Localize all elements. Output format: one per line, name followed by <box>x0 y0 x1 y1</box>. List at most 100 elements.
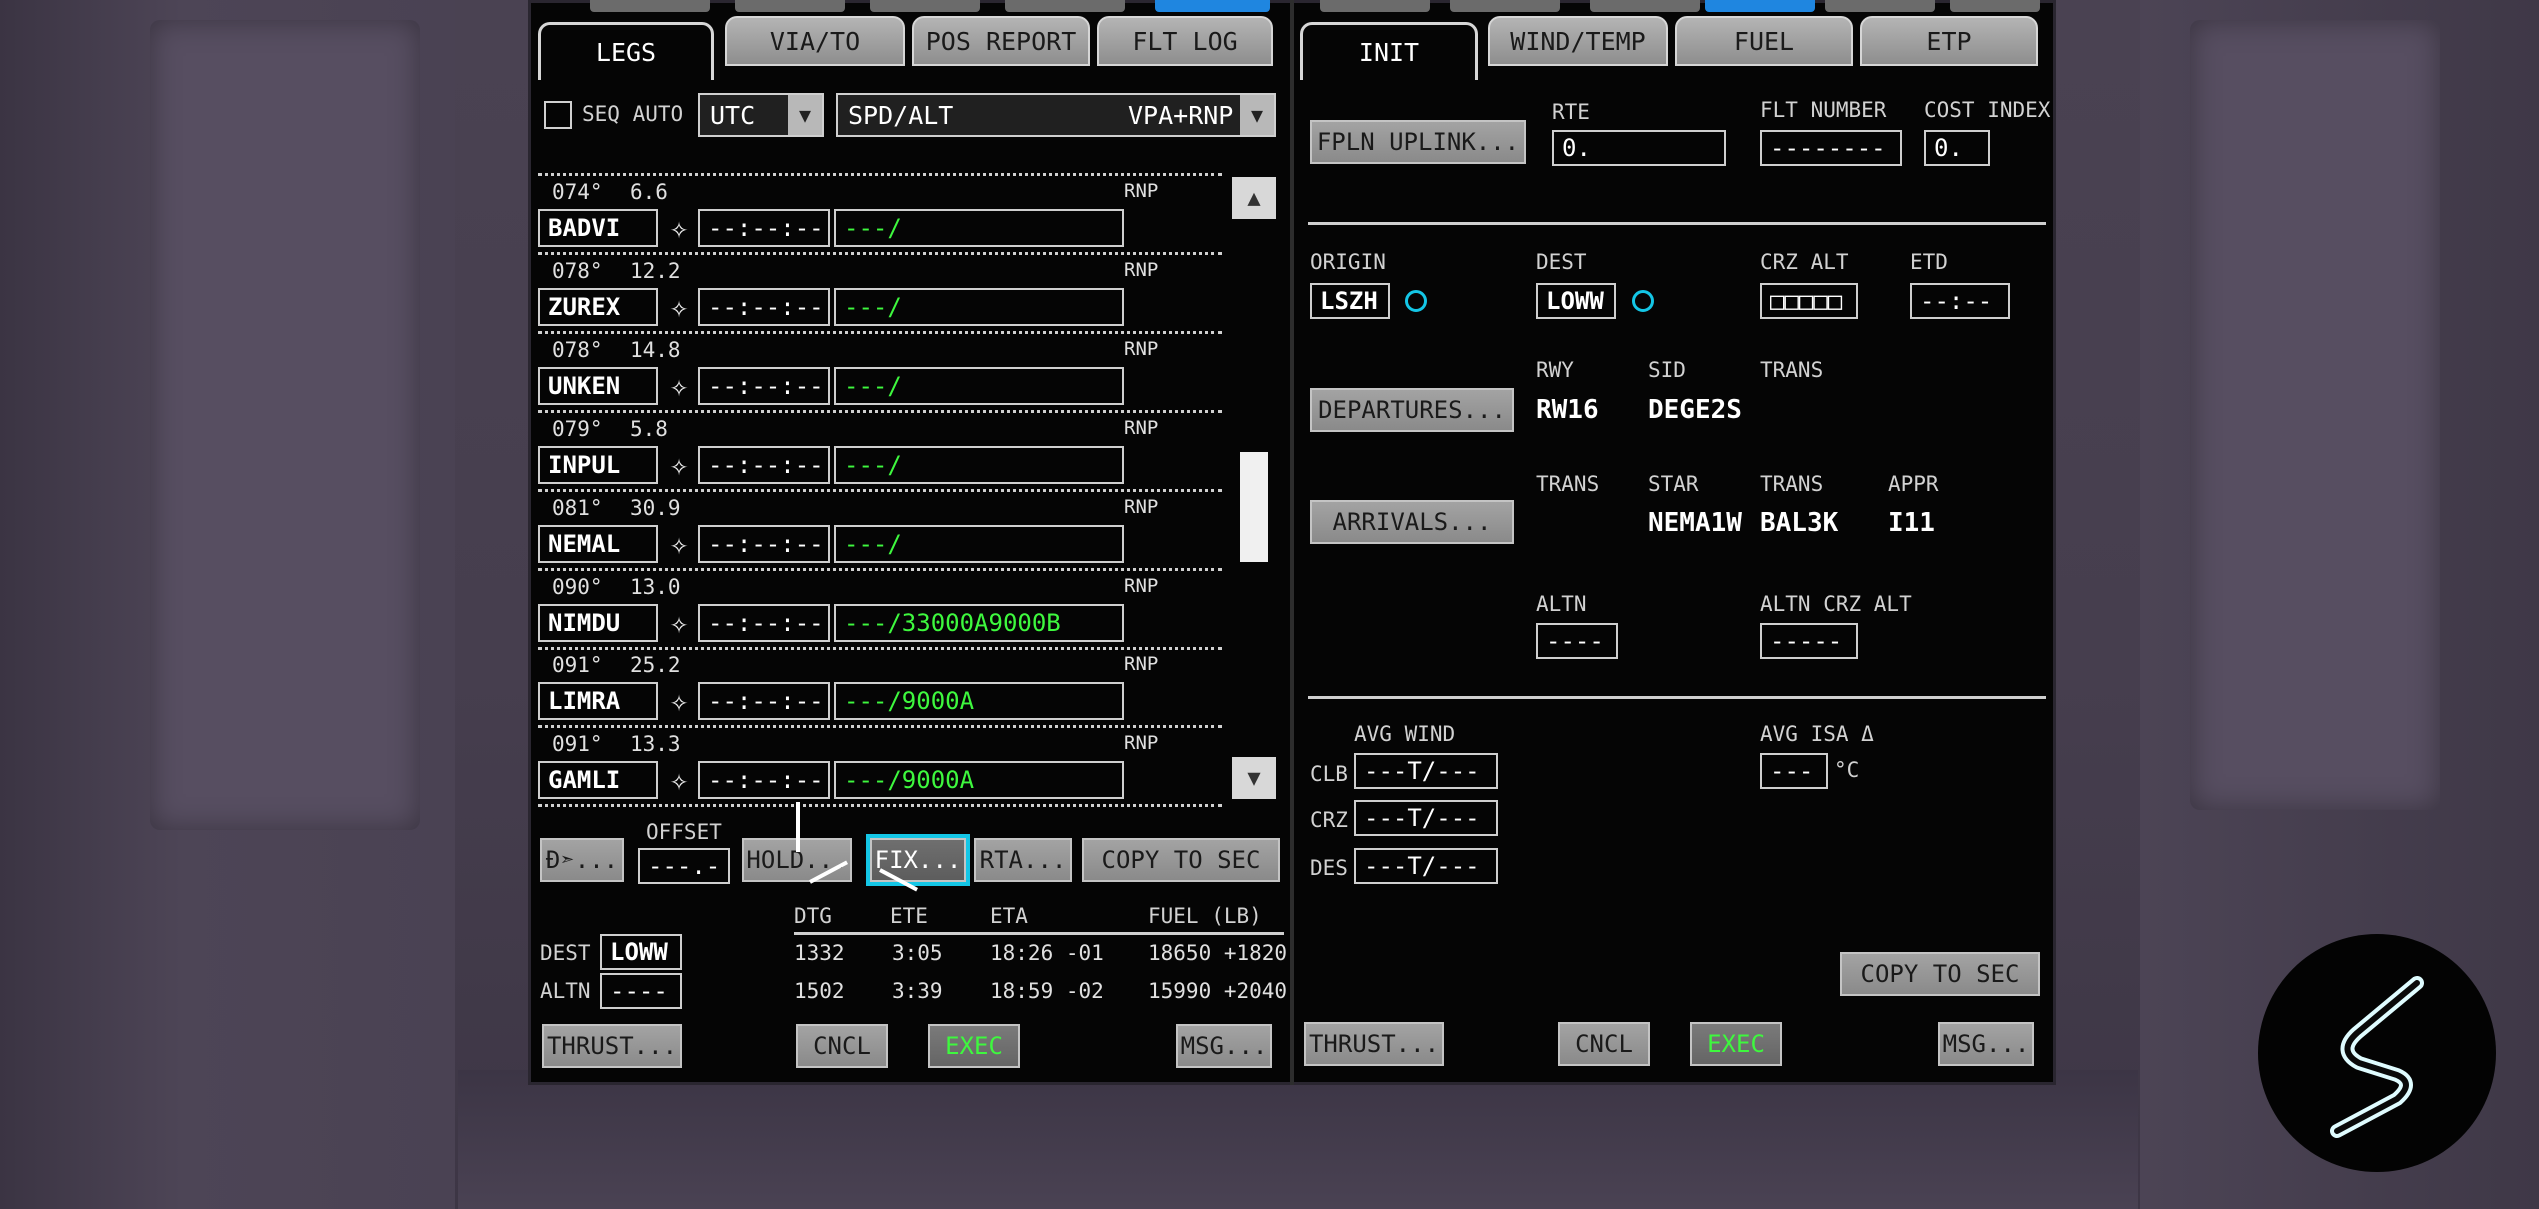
leg-fix-field[interactable]: ZUREX <box>538 288 658 326</box>
scroll-down-icon[interactable]: ▼ <box>1232 757 1276 799</box>
leg-separator <box>538 410 1222 413</box>
leg-fix-field[interactable]: BADVI <box>538 209 658 247</box>
leg-time-field[interactable]: --:--:-- <box>698 288 830 326</box>
top-key[interactable] <box>735 0 845 12</box>
direct-to-button[interactable]: Ð➣... <box>540 838 624 882</box>
exec-button[interactable]: EXEC <box>928 1024 1020 1068</box>
leg-time-field[interactable]: --:--:-- <box>698 446 830 484</box>
section-rule <box>1308 222 2046 225</box>
origin-field[interactable]: LSZH <box>1310 283 1390 319</box>
progress-header-rule <box>794 932 1284 935</box>
tab-pos-report[interactable]: POS REPORT <box>912 16 1090 66</box>
rte-label: RTE <box>1552 100 1590 124</box>
leg-constraint-field[interactable]: ---/ <box>834 446 1124 484</box>
leg-time-field[interactable]: --:--:-- <box>698 682 830 720</box>
leg-course: 079° <box>552 417 603 441</box>
tab-legs[interactable]: LEGS <box>538 22 714 80</box>
dest-info-icon[interactable] <box>1632 290 1654 312</box>
leg-course: 091° <box>552 732 603 756</box>
thrust-button[interactable]: THRUST... <box>542 1024 682 1068</box>
rte-field[interactable]: 0. <box>1552 130 1726 166</box>
tab-via-to[interactable]: VIA/TO <box>725 16 905 66</box>
rwy-value[interactable]: RW16 <box>1536 395 1599 425</box>
leg-separator <box>538 647 1222 650</box>
leg-fix-field[interactable]: LIMRA <box>538 682 658 720</box>
tab-init[interactable]: INIT <box>1300 22 1478 80</box>
top-key[interactable] <box>870 0 980 12</box>
cost-index-field[interactable]: 0. <box>1924 130 1990 166</box>
top-key-active[interactable] <box>1705 0 1815 12</box>
dest-field[interactable]: LOWW <box>600 934 682 970</box>
tab-etp[interactable]: ETP <box>1860 16 2038 66</box>
tab-flt-log[interactable]: FLT LOG <box>1097 16 1273 66</box>
top-key[interactable] <box>1950 0 2040 12</box>
msg-button[interactable]: MSG... <box>1938 1022 2034 1066</box>
rta-button[interactable]: RTA... <box>974 838 1072 882</box>
sid-value[interactable]: DEGE2S <box>1648 395 1742 425</box>
copy-to-sec-button[interactable]: COPY TO SEC <box>1082 838 1280 882</box>
leg-fix-field[interactable]: UNKEN <box>538 367 658 405</box>
origin-info-icon[interactable] <box>1405 290 1427 312</box>
top-key-active[interactable] <box>1155 0 1270 12</box>
thrust-button[interactable]: THRUST... <box>1304 1022 1444 1066</box>
flt-number-field[interactable]: -------- <box>1760 130 1902 166</box>
cncl-button[interactable]: CNCL <box>1558 1022 1650 1066</box>
leg-constraint-field[interactable]: ---/ <box>834 367 1124 405</box>
seq-auto-checkbox[interactable] <box>544 101 572 129</box>
right-bezel-panel <box>2190 20 2440 810</box>
tab-fuel[interactable]: FUEL <box>1675 16 1853 66</box>
copy-to-sec-button[interactable]: COPY TO SEC <box>1840 952 2040 996</box>
clb-wind-field[interactable]: ---T/--- <box>1354 753 1498 789</box>
top-key[interactable] <box>1450 0 1560 12</box>
scroll-thumb[interactable] <box>1240 452 1268 562</box>
departures-button[interactable]: DEPARTURES... <box>1310 388 1514 432</box>
fix-button[interactable]: FIX... <box>866 834 970 886</box>
leg-time-field[interactable]: --:--:-- <box>698 761 830 799</box>
crz-alt-field[interactable]: □□□□□ <box>1760 283 1858 319</box>
leg-constraint-field[interactable]: ---/ <box>834 525 1124 563</box>
leg-time-field[interactable]: --:--:-- <box>698 525 830 563</box>
star-value[interactable]: NEMA1W <box>1648 508 1742 538</box>
leg-fix-field[interactable]: NIMDU <box>538 604 658 642</box>
altn-field[interactable]: ---- <box>1536 623 1618 659</box>
legs-scrollbar[interactable]: ▲ ▼ <box>1232 172 1276 802</box>
leg-time-field[interactable]: --:--:-- <box>698 604 830 642</box>
leg-fix-field[interactable]: INPUL <box>538 446 658 484</box>
altn-dtg: 1502 <box>794 979 845 1003</box>
constraint-mode-select[interactable]: SPD/ALT VPA+RNP ▼ <box>836 93 1276 137</box>
top-key[interactable] <box>1825 0 1935 12</box>
leg-time-field[interactable]: --:--:-- <box>698 367 830 405</box>
leg-constraint-field[interactable]: ---/9000A <box>834 682 1124 720</box>
avg-isa-field[interactable]: --- <box>1760 753 1828 789</box>
leg-constraint-field[interactable]: ---/ <box>834 288 1124 326</box>
leg-time-field[interactable]: --:--:-- <box>698 209 830 247</box>
leg-course: 081° <box>552 496 603 520</box>
fpln-uplink-button[interactable]: FPLN UPLINK... <box>1310 120 1526 164</box>
des-wind-field[interactable]: ---T/--- <box>1354 848 1498 884</box>
offset-field[interactable]: ---.- <box>638 848 730 884</box>
top-key[interactable] <box>590 0 710 12</box>
altn-field[interactable]: ---- <box>600 973 682 1009</box>
leg-constraint-field[interactable]: ---/9000A <box>834 761 1124 799</box>
leg-fix-field[interactable]: NEMAL <box>538 525 658 563</box>
dest-field[interactable]: LOWW <box>1536 283 1616 319</box>
scroll-up-icon[interactable]: ▲ <box>1232 177 1276 219</box>
msg-button[interactable]: MSG... <box>1176 1024 1272 1068</box>
leg-constraint-field[interactable]: ---/33000A9000B <box>834 604 1124 642</box>
arrivals-button[interactable]: ARRIVALS... <box>1310 500 1514 544</box>
top-key[interactable] <box>1005 0 1125 12</box>
appr-value[interactable]: I11 <box>1888 508 1935 538</box>
etd-field[interactable]: --:-- <box>1910 283 2010 319</box>
altn-crz-alt-field[interactable]: ----- <box>1760 623 1858 659</box>
top-key[interactable] <box>1320 0 1430 12</box>
tab-wind-temp[interactable]: WIND/TEMP <box>1488 16 1668 66</box>
top-key[interactable] <box>1590 0 1700 12</box>
leg-separator <box>538 489 1222 492</box>
crz-wind-field[interactable]: ---T/--- <box>1354 800 1498 836</box>
star-trans-value[interactable]: BAL3K <box>1760 508 1838 538</box>
cncl-button[interactable]: CNCL <box>796 1024 888 1068</box>
time-ref-select[interactable]: UTC ▼ <box>698 93 824 137</box>
leg-constraint-field[interactable]: ---/ <box>834 209 1124 247</box>
leg-fix-field[interactable]: GAMLI <box>538 761 658 799</box>
exec-button[interactable]: EXEC <box>1690 1022 1782 1066</box>
